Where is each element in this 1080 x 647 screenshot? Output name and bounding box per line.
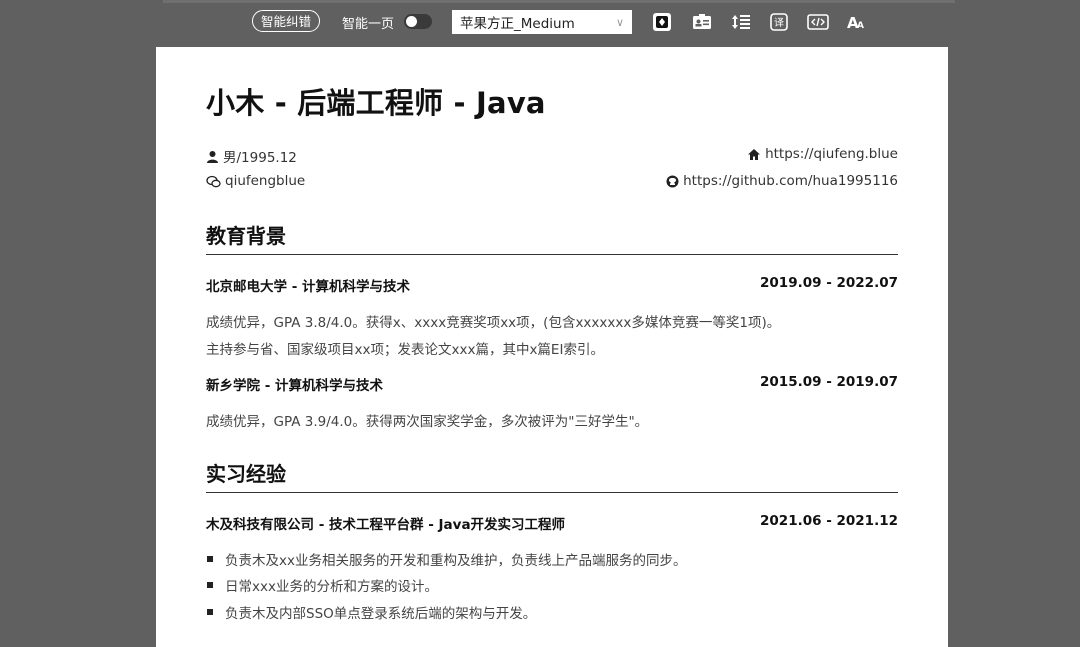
education-date: 2019.09 - 2022.07 (760, 275, 898, 291)
user-icon (207, 150, 218, 163)
translate-icon[interactable]: 译 (768, 11, 790, 33)
font-select-value: 苹果方正_Medium (460, 16, 575, 32)
internship-date: 2021.06 - 2021.12 (760, 513, 898, 529)
editor-toolbar: 智能纠错 智能一页 苹果方正_Medium ∨ 译 AA (0, 9, 1080, 35)
wechat-icon (206, 175, 221, 187)
gender-birth-text: 男/1995.12 (223, 150, 297, 166)
list-item-text: 负责木及xx业务相关服务的开发和重构及维护，负责线上产品端服务的同步。 (225, 553, 687, 569)
smart-fix-button[interactable]: 智能纠错 (252, 10, 321, 32)
list-item: 日常xxx业务的分析和方案的设计。 (206, 575, 438, 595)
font-select[interactable]: 苹果方正_Medium ∨ (452, 10, 632, 34)
section-divider (206, 254, 898, 255)
bullet-marker (207, 556, 213, 562)
svg-text:译: 译 (774, 17, 784, 29)
section-divider (206, 492, 898, 493)
one-page-label: 智能一页 (342, 16, 395, 32)
education-detail: 成绩优异，GPA 3.9/4.0。获得两次国家奖学金，多次被评为"三好学生"。 (206, 414, 649, 430)
list-item-text: 负责木及内部SSO单点登录系统后端的架构与开发。 (225, 606, 537, 622)
bullet-marker (207, 609, 213, 615)
code-icon[interactable] (807, 11, 829, 33)
svg-text:A: A (857, 21, 864, 31)
one-page-toggle[interactable] (404, 14, 432, 29)
theme-icon[interactable] (651, 11, 673, 33)
list-item-text: 日常xxx业务的分析和方案的设计。 (225, 579, 438, 595)
toggle-knob (406, 16, 417, 27)
resume-name: 小木 - 后端工程师 - Java (206, 86, 546, 120)
education-detail: 主持参与省、国家级项目xx项；发表论文xxx篇，其中x篇EI索引。 (206, 342, 604, 358)
resume-page: 小木 - 后端工程师 - Java 男/1995.12 https://qiuf… (156, 47, 948, 647)
education-title: 教育背景 (206, 224, 286, 248)
font-size-icon[interactable]: AA (845, 11, 867, 33)
github-icon (666, 175, 679, 187)
education-school: 新乡学院 - 计算机科学与技术 (206, 378, 384, 394)
wechat-info: qiufengblue (206, 173, 305, 189)
education-date: 2015.09 - 2019.07 (760, 374, 898, 390)
github-link[interactable]: https://github.com/hua1995116 (683, 173, 898, 189)
home-icon (748, 148, 761, 160)
website-info[interactable]: https://qiufeng.blue (747, 146, 898, 162)
github-info[interactable]: https://github.com/hua1995116 (666, 173, 898, 189)
internship-company: 木及科技有限公司 - 技术工程平台群 - Java开发实习工程师 (206, 517, 566, 533)
website-link[interactable]: https://qiufeng.blue (765, 146, 898, 162)
list-item: 负责木及xx业务相关服务的开发和重构及维护，负责线上产品端服务的同步。 (206, 549, 686, 569)
id-card-icon[interactable] (691, 11, 713, 33)
line-spacing-icon[interactable] (730, 11, 752, 33)
education-detail: 成绩优异，GPA 3.8/4.0。获得x、xxxx竞赛奖项xx项，(包含xxxx… (206, 315, 781, 331)
top-strip (163, 0, 955, 3)
education-school: 北京邮电大学 - 计算机科学与技术 (206, 279, 411, 295)
gender-birth-info: 男/1995.12 (206, 146, 297, 166)
internship-title: 实习经验 (206, 462, 286, 486)
list-item: 负责木及内部SSO单点登录系统后端的架构与开发。 (206, 602, 536, 622)
bullet-marker (207, 582, 213, 588)
chevron-down-icon: ∨ (615, 15, 624, 29)
wechat-text: qiufengblue (225, 173, 306, 189)
